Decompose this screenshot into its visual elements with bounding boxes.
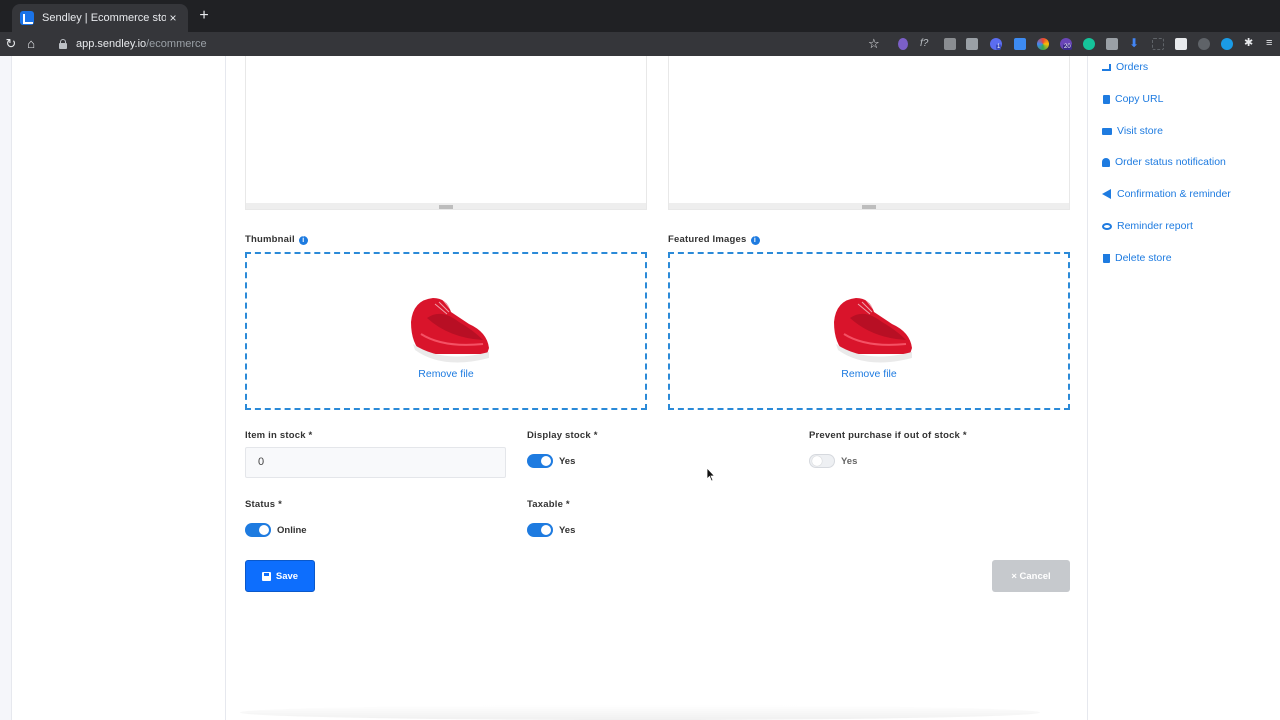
display-stock-label: Display stock * xyxy=(527,430,598,441)
editor-resize-bar xyxy=(246,203,646,209)
sidebar-item-label: Confirmation & reminder xyxy=(1117,188,1231,200)
extension-crop-icon[interactable] xyxy=(1152,38,1164,50)
extension-download-icon[interactable]: ⬇ xyxy=(1129,37,1141,50)
prevent-purchase-value: Yes xyxy=(841,456,858,467)
toggle-knob xyxy=(541,525,551,535)
megaphone-icon xyxy=(1102,189,1111,199)
secondary-editor[interactable] xyxy=(668,56,1070,210)
sendley-favicon-icon xyxy=(20,11,34,25)
extension-circle-icon[interactable] xyxy=(1198,38,1210,50)
save-icon xyxy=(261,571,271,581)
red-sneaker-image xyxy=(834,298,912,363)
extension-color-icon[interactable] xyxy=(1037,38,1049,50)
mouse-cursor-icon xyxy=(706,467,716,482)
cancel-button[interactable]: × Cancel xyxy=(992,560,1070,592)
url-path: /ecommerce xyxy=(146,38,207,50)
sidebar-item-label: Delete store xyxy=(1115,252,1172,264)
prevent-purchase-toggle[interactable] xyxy=(809,454,835,468)
taxable-toggle[interactable] xyxy=(527,523,553,537)
extension-note-icon[interactable] xyxy=(1175,38,1187,50)
extension-grammarly-icon[interactable] xyxy=(1083,38,1095,50)
trash-icon xyxy=(1103,253,1110,263)
tab-title: Sendley | Ecommerce store xyxy=(42,12,166,24)
featured-images-label: Featured Images i xyxy=(668,234,760,245)
browser-tab-bar: Sendley | Ecommerce store × + xyxy=(0,0,1280,32)
extension-toggle-icon[interactable]: 20 xyxy=(1060,38,1072,50)
extension-search-icon[interactable] xyxy=(1221,38,1233,50)
lock-icon xyxy=(58,39,68,49)
sidebar-item-label: Copy URL xyxy=(1115,93,1164,105)
sidebar-item-confirmation-reminder[interactable]: Confirmation & reminder xyxy=(1102,186,1231,202)
url-field[interactable]: app.sendley.io/ecommerce xyxy=(48,32,888,56)
left-panel xyxy=(12,56,226,720)
item-in-stock-label: Item in stock * xyxy=(245,430,313,441)
footer-shadow xyxy=(240,705,1040,720)
sidebar-item-orders[interactable]: Orders xyxy=(1102,59,1148,75)
extension-gear-icon[interactable]: 1 xyxy=(990,38,1002,50)
extensions-puzzle-icon[interactable]: ✱ xyxy=(1244,38,1256,50)
left-rail xyxy=(0,56,12,720)
info-icon[interactable]: i xyxy=(750,236,760,245)
bookmark-star-icon[interactable]: ☆ xyxy=(868,36,880,52)
display-stock-toggle[interactable] xyxy=(527,454,553,468)
extension-window-icon[interactable] xyxy=(1014,38,1026,50)
status-label: Status * xyxy=(245,499,282,510)
display-stock-value: Yes xyxy=(559,456,576,467)
thumbnail-label-text: Thumbnail xyxy=(245,234,295,245)
address-bar: ↻ ⌂ app.sendley.io/ecommerce ☆ f? 1 20 ⬇… xyxy=(0,32,1280,56)
featured-images-label-text: Featured Images xyxy=(668,234,747,245)
toggle-knob xyxy=(541,456,551,466)
description-editor[interactable] xyxy=(245,56,647,210)
sidebar-item-visit-store[interactable]: Visit store xyxy=(1102,123,1163,139)
new-tab-button[interactable]: + xyxy=(196,8,212,24)
item-in-stock-input[interactable]: 0 xyxy=(245,447,506,478)
sidebar-item-delete-store[interactable]: Delete store xyxy=(1102,250,1172,266)
bell-icon xyxy=(1102,157,1110,167)
sidebar-item-order-status-notification[interactable]: Order status notification xyxy=(1102,154,1226,170)
sidebar-item-label: Orders xyxy=(1116,61,1149,73)
info-icon[interactable]: i xyxy=(298,236,308,245)
save-button-label: Save xyxy=(275,570,299,582)
taxable-value: Yes xyxy=(559,525,576,536)
save-button[interactable]: Save xyxy=(245,560,315,592)
extension-badge: 20 xyxy=(1063,44,1072,50)
resize-grip-icon[interactable] xyxy=(439,205,453,209)
prevent-purchase-label: Prevent purchase if out of stock * xyxy=(809,430,967,441)
eye-icon xyxy=(1102,223,1112,230)
browser-tab[interactable]: Sendley | Ecommerce store × xyxy=(12,4,188,32)
toggle-knob xyxy=(259,525,269,535)
sidebar-item-label: Visit store xyxy=(1117,125,1163,137)
resize-grip-icon[interactable] xyxy=(862,205,876,209)
status-value: Online xyxy=(277,525,307,536)
thumbnail-label: Thumbnail i xyxy=(245,234,308,245)
reading-list-icon[interactable]: ≡ xyxy=(1266,38,1278,50)
tab-close-button[interactable]: × xyxy=(166,11,180,25)
copy-icon xyxy=(1103,94,1110,104)
sidebar-item-label: Order status notification xyxy=(1115,156,1226,168)
extension-feather-icon[interactable] xyxy=(898,38,908,50)
extension-formula-icon[interactable]: f? xyxy=(920,38,932,50)
red-sneaker-image xyxy=(411,298,489,363)
sidebar-item-copy-url[interactable]: Copy URL xyxy=(1102,91,1163,107)
extension-camera-icon[interactable] xyxy=(944,38,956,50)
toggle-knob xyxy=(812,456,822,466)
remove-featured-image-link[interactable]: Remove file xyxy=(670,368,1068,380)
taxable-label: Taxable * xyxy=(527,499,570,510)
reload-icon[interactable]: ↻ xyxy=(0,36,22,52)
sidebar-item-label: Reminder report xyxy=(1117,220,1193,232)
home-icon[interactable]: ⌂ xyxy=(20,36,42,51)
extension-code-icon[interactable] xyxy=(966,38,978,50)
remove-thumbnail-link[interactable]: Remove file xyxy=(247,368,645,380)
cart-icon xyxy=(1102,63,1111,71)
status-toggle[interactable] xyxy=(245,523,271,537)
thumbnail-dropzone[interactable]: Remove file xyxy=(245,252,647,410)
extension-badge: 1 xyxy=(996,44,1002,50)
extension-image-icon[interactable] xyxy=(1106,38,1118,50)
sidebar-item-reminder-report[interactable]: Reminder report xyxy=(1102,218,1193,234)
store-icon xyxy=(1102,127,1112,135)
editor-resize-bar xyxy=(669,203,1069,209)
featured-images-dropzone[interactable]: Remove file xyxy=(668,252,1070,410)
url-host: app.sendley.io xyxy=(76,38,147,50)
